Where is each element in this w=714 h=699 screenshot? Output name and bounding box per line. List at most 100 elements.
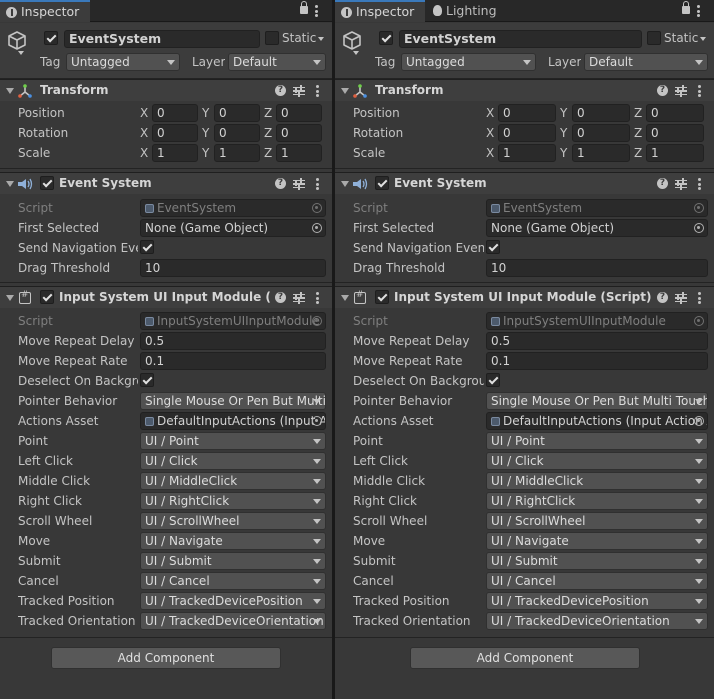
static-checkbox[interactable] [647,31,661,45]
position-z-field[interactable]: 0 [646,104,704,122]
axis-label-y[interactable]: Y [202,126,209,140]
axis-label-z[interactable]: Z [634,146,642,160]
tag-dropdown[interactable]: Untagged [66,53,180,71]
tracked-position-dropdown[interactable]: UI / TrackedDevicePosition [486,592,708,610]
help-icon[interactable]: ? [275,85,286,96]
drag-threshold-field[interactable]: 10 [140,259,326,277]
left-click-dropdown[interactable]: UI / Click [486,452,708,470]
layer-dropdown[interactable]: Default [584,53,708,71]
axis-label-y[interactable]: Y [560,146,567,160]
pointer-behavior-dropdown[interactable]: Single Mouse Or Pen But Multi Touch And … [486,392,708,410]
help-icon[interactable]: ? [657,178,668,189]
static-label[interactable]: Static [664,31,698,45]
move-repeat-delay-field[interactable]: 0.5 [486,332,708,350]
add-component-button[interactable]: Add Component [51,647,281,669]
tab-inspector[interactable]: Inspector [335,0,425,22]
layer-dropdown[interactable]: Default [228,53,326,71]
submit-dropdown[interactable]: UI / Submit [486,552,708,570]
axis-label-z[interactable]: Z [264,126,272,140]
axis-label-x[interactable]: X [486,146,494,160]
object-name-field[interactable]: EventSystem [64,30,260,48]
rotation-x-field[interactable]: 0 [498,124,556,142]
tracked-position-dropdown[interactable]: UI / TrackedDevicePosition [140,592,326,610]
component-enabled-toggle[interactable] [375,176,389,190]
foldout-arrow[interactable] [6,181,14,187]
first-selected-field[interactable]: None (Game Object) [486,219,708,237]
static-label[interactable]: Static [282,31,316,45]
axis-label-x[interactable]: X [140,106,148,120]
help-icon[interactable]: ? [657,85,668,96]
context-menu-icon[interactable] [316,178,319,190]
lock-icon[interactable] [682,1,690,14]
presets-icon[interactable] [293,177,305,190]
tab-inspector[interactable]: Inspector [0,0,90,22]
tab-lighting[interactable]: Lighting [425,0,520,22]
axis-label-x[interactable]: X [140,146,148,160]
position-y-field[interactable]: 0 [214,104,260,122]
rotation-y-field[interactable]: 0 [572,124,630,142]
object-picker-icon[interactable] [694,203,704,213]
help-icon[interactable]: ? [657,292,668,303]
context-menu-icon[interactable] [316,85,319,97]
scale-x-field[interactable]: 1 [498,144,556,162]
deselect-on-background-click-checkbox[interactable] [140,373,154,387]
move-repeat-rate-field[interactable]: 0.1 [140,352,326,370]
input-module-header[interactable]: Input System UI Input Module (Script)? [335,286,714,308]
rotation-y-field[interactable]: 0 [214,124,260,142]
presets-icon[interactable] [293,84,305,97]
tag-dropdown[interactable]: Untagged [401,53,536,71]
help-icon[interactable]: ? [275,292,286,303]
axis-label-z[interactable]: Z [264,146,272,160]
drag-threshold-field[interactable]: 10 [486,259,708,277]
axis-label-x[interactable]: X [486,106,494,120]
context-menu-icon[interactable] [316,292,319,304]
help-icon[interactable]: ? [275,178,286,189]
scale-y-field[interactable]: 1 [214,144,260,162]
right-click-dropdown[interactable]: UI / RightClick [140,492,326,510]
foldout-arrow[interactable] [6,88,14,94]
object-picker-icon[interactable] [312,416,322,426]
submit-dropdown[interactable]: UI / Submit [140,552,326,570]
context-menu-icon[interactable] [315,5,318,17]
scroll-wheel-dropdown[interactable]: UI / ScrollWheel [140,512,326,530]
tracked-orientation-dropdown[interactable]: UI / TrackedDeviceOrientation [486,612,708,630]
presets-icon[interactable] [293,291,305,304]
position-x-field[interactable]: 0 [498,104,556,122]
add-component-button[interactable]: Add Component [410,647,640,669]
component-enabled-toggle[interactable] [375,290,389,304]
position-y-field[interactable]: 0 [572,104,630,122]
object-name-field[interactable]: EventSystem [399,30,642,48]
point-dropdown[interactable]: UI / Point [140,432,326,450]
presets-icon[interactable] [675,84,687,97]
deselect-on-background-click-checkbox[interactable] [486,373,500,387]
gameobject-icon-dropdown[interactable] [353,51,359,55]
middle-click-dropdown[interactable]: UI / MiddleClick [486,472,708,490]
active-toggle[interactable] [44,31,58,45]
axis-label-y[interactable]: Y [202,146,209,160]
context-menu-icon[interactable] [698,178,701,190]
axis-label-z[interactable]: Z [634,126,642,140]
move-repeat-delay-field[interactable]: 0.5 [140,332,326,350]
static-dropdown-arrow[interactable] [700,37,706,41]
object-picker-icon[interactable] [312,223,322,233]
axis-label-z[interactable]: Z [264,106,272,120]
move-dropdown[interactable]: UI / Navigate [486,532,708,550]
event-system-header[interactable]: Event System? [0,172,332,194]
static-dropdown-arrow[interactable] [318,37,324,41]
event-system-header[interactable]: Event System? [335,172,714,194]
object-picker-icon[interactable] [694,316,704,326]
context-menu-icon[interactable] [698,85,701,97]
scale-z-field[interactable]: 1 [276,144,322,162]
rotation-z-field[interactable]: 0 [646,124,704,142]
axis-label-x[interactable]: X [140,126,148,140]
context-menu-icon[interactable] [697,5,700,17]
axis-label-x[interactable]: X [486,126,494,140]
pointer-behavior-dropdown[interactable]: Single Mouse Or Pen But Multi Touch And … [140,392,326,410]
lock-icon[interactable] [300,1,308,14]
axis-label-y[interactable]: Y [560,126,567,140]
scale-z-field[interactable]: 1 [646,144,704,162]
actions-asset-field[interactable]: DefaultInputActions (Input Action Asset) [486,412,708,430]
tracked-orientation-dropdown[interactable]: UI / TrackedDeviceOrientation [140,612,326,630]
axis-label-y[interactable]: Y [202,106,209,120]
gameobject-icon-dropdown[interactable] [18,51,24,55]
